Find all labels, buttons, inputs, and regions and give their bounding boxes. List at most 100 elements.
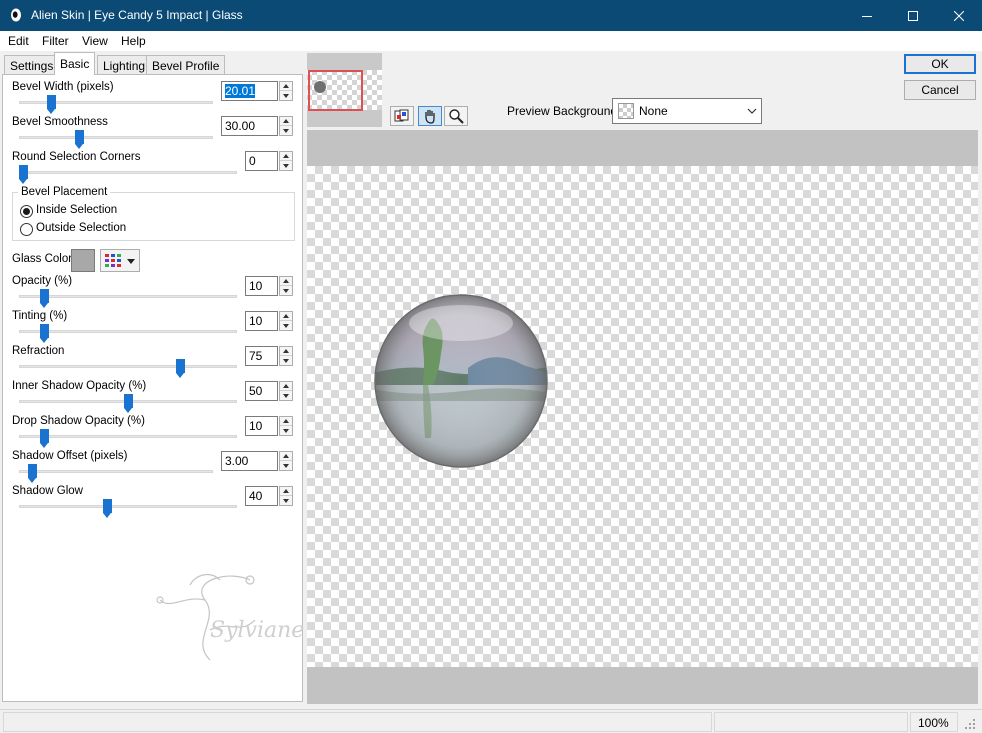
bevel-smoothness-label: Bevel Smoothness [12,116,108,128]
bevel-width-value: 20.01 [225,84,256,98]
drop-shadow-opacity-spinner[interactable] [279,416,293,436]
shadow-glow-label: Shadow Glow [12,485,83,497]
tinting-field[interactable]: 10 [245,311,278,331]
menu-edit[interactable]: Edit [8,34,29,48]
dropdown-arrow-icon [127,259,135,264]
opacity-label: Opacity (%) [12,275,73,287]
menu-filter[interactable]: Filter [42,34,69,48]
preview-margin-top [307,130,978,166]
opacity-track[interactable] [19,295,237,298]
shadow-glow-spinner[interactable] [279,486,293,506]
bevel-smoothness-track[interactable] [19,136,213,139]
watermark-text: Sylviane [210,618,305,643]
bevel-smoothness-slider-thumb[interactable] [74,130,84,149]
refraction-spinner[interactable] [279,346,293,366]
outside-selection-label[interactable]: Outside Selection [36,222,126,234]
inner-shadow-opacity-spinner[interactable] [279,381,293,401]
inner-shadow-opacity-field[interactable]: 50 [245,381,278,401]
round-corners-spinner[interactable] [279,151,293,171]
shadow-offset-field[interactable]: 3.00 [221,451,278,471]
opacity-field[interactable]: 10 [245,276,278,296]
palette-grid-icon [105,254,121,267]
color-picker-button[interactable] [100,249,140,272]
glass-orb-preview [374,294,548,468]
bevel-width-slider-thumb[interactable] [46,95,56,114]
preview-background-label: Preview Background: [507,104,621,118]
resize-grip-icon[interactable] [964,718,976,730]
drop-shadow-opacity-slider-thumb[interactable] [39,429,49,448]
menu-view[interactable]: View [82,34,108,48]
refraction-track[interactable] [19,365,237,368]
minimize-button[interactable] [844,0,890,31]
bevel-smoothness-spinner[interactable] [279,116,293,136]
shadow-offset-spinner[interactable] [279,451,293,471]
signature-watermark: Sylviane [150,560,305,670]
navigator-orb-thumb [314,81,326,93]
refraction-label: Refraction [12,345,65,357]
tinting-spinner[interactable] [279,311,293,331]
opacity-slider-thumb[interactable] [39,289,49,308]
glass-color-label: Glass Color [12,253,73,265]
compare-icon [394,109,409,122]
opacity-spinner[interactable] [279,276,293,296]
transparent-swatch-icon [618,103,634,119]
bevel-width-spinner[interactable] [279,81,293,101]
drop-shadow-opacity-label: Drop Shadow Opacity (%) [12,415,145,427]
shadow-offset-track[interactable] [19,470,213,473]
refraction-slider-thumb[interactable] [175,359,185,378]
zoom-level: 100% [910,712,958,732]
window-title: Alien Skin | Eye Candy 5 Impact | Glass [31,8,243,22]
ok-button[interactable]: OK [904,54,976,74]
bevel-width-field[interactable]: 20.01 [221,81,278,101]
menu-help[interactable]: Help [121,34,146,48]
tab-bevel-profile[interactable]: Bevel Profile [146,55,226,74]
status-bar: 100% [0,709,982,733]
preview-background-value: None [639,104,668,118]
shadow-glow-slider-thumb[interactable] [102,499,112,518]
refraction-field[interactable]: 75 [245,346,278,366]
tab-lighting[interactable]: Lighting [97,55,152,74]
status-message [3,712,712,732]
zoom-tool-button[interactable] [444,106,468,126]
preview-background-select[interactable]: None [612,98,762,124]
close-button[interactable] [936,0,982,31]
app-icon [9,8,23,22]
preview-margin-bottom [307,667,978,704]
shadow-glow-track[interactable] [19,505,237,508]
flourish-icon [156,573,256,661]
round-corners-track[interactable] [19,171,237,174]
shadow-glow-field[interactable]: 40 [245,486,278,506]
tab-settings[interactable]: Settings [4,55,60,74]
compare-tool-button[interactable] [390,106,414,126]
bevel-width-label: Bevel Width (pixels) [12,81,114,93]
tinting-label: Tinting (%) [12,310,68,322]
inside-selection-radio[interactable] [20,205,33,218]
maximize-button[interactable] [890,0,936,31]
inside-selection-label[interactable]: Inside Selection [36,204,117,216]
inner-shadow-opacity-slider-thumb[interactable] [123,394,133,413]
drop-shadow-opacity-track[interactable] [19,435,237,438]
round-corners-field[interactable]: 0 [245,151,278,171]
bevel-smoothness-field[interactable]: 30.00 [221,116,278,136]
outside-selection-radio[interactable] [20,223,33,236]
hand-icon [425,110,435,124]
preview-canvas[interactable] [307,166,978,667]
status-cell-empty [714,712,908,732]
glass-color-swatch[interactable] [71,249,95,272]
shadow-offset-label: Shadow Offset (pixels) [12,450,128,462]
magnifier-icon [449,109,464,124]
tinting-slider-thumb[interactable] [39,324,49,343]
round-corners-label: Round Selection Corners [12,151,141,163]
cancel-button[interactable]: Cancel [904,80,976,100]
hand-tool-button[interactable] [418,106,442,126]
tinting-track[interactable] [19,330,237,333]
drop-shadow-opacity-field[interactable]: 10 [245,416,278,436]
chevron-down-icon [747,108,757,114]
shadow-offset-slider-thumb[interactable] [28,464,38,483]
tab-basic[interactable]: Basic [54,52,96,75]
inner-shadow-opacity-label: Inner Shadow Opacity (%) [12,380,147,392]
title-bar: Alien Skin | Eye Candy 5 Impact | Glass [0,0,982,31]
menu-bar: Edit Filter View Help [0,31,982,51]
round-corners-slider-thumb[interactable] [19,165,28,184]
bevel-placement-label: Bevel Placement [18,186,111,198]
